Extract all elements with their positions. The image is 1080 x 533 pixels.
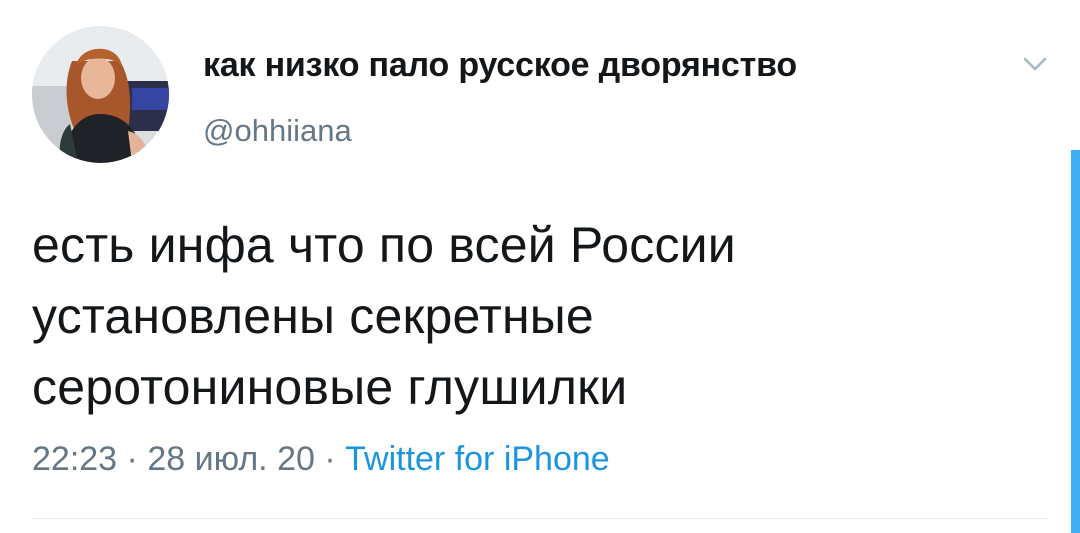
tweet-date[interactable]: 28 июл. 20: [147, 440, 315, 478]
scrollbar[interactable]: [1071, 150, 1080, 533]
meta-separator: ·: [324, 440, 336, 478]
display-name[interactable]: как низко пало русское дворянство: [203, 46, 797, 85]
tweet-text-line: есть инфа что по всей России: [32, 217, 736, 273]
tweet-text-line: серотониновые глушилки: [32, 359, 628, 415]
avatar-image: [32, 26, 169, 163]
tweet-metadata: 22:23 · 28 июл. 20 · Twitter for iPhone: [32, 440, 610, 479]
avatar[interactable]: [32, 26, 169, 163]
tweet-source-link[interactable]: Twitter for iPhone: [345, 440, 610, 478]
meta-separator: ·: [126, 440, 138, 478]
tweet-text-line: установлены секретные: [32, 288, 594, 344]
chevron-down-icon[interactable]: [1016, 52, 1054, 78]
tweet-card: как низко пало русское дворянство @ohhii…: [0, 0, 1080, 533]
divider: [32, 518, 1048, 519]
tweet-text: есть инфа что по всей России установлены…: [32, 210, 992, 423]
tweet-time[interactable]: 22:23: [32, 440, 117, 478]
user-handle[interactable]: @ohhiiana: [203, 113, 352, 149]
